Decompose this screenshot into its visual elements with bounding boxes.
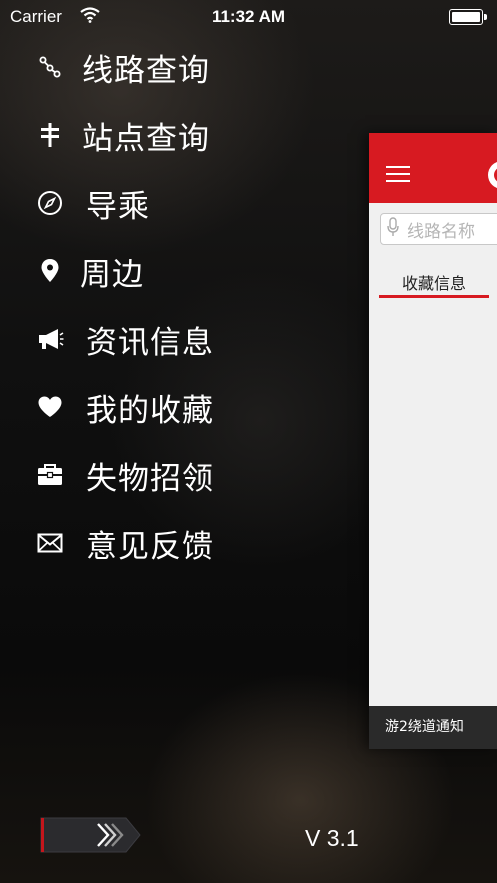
menu-item-route-query[interactable]: 线路查询	[34, 42, 210, 92]
menu-item-label: 我的收藏	[86, 392, 214, 429]
briefcase-icon	[34, 459, 66, 491]
envelope-icon	[34, 527, 66, 559]
menu-item-favorites[interactable]: 我的收藏	[34, 382, 214, 432]
location-pin-icon	[34, 255, 66, 287]
hamburger-menu-icon[interactable]	[386, 166, 410, 184]
microphone-icon[interactable]	[387, 217, 399, 241]
route-icon	[34, 51, 66, 83]
menu-item-lost-found[interactable]: 失物招领	[34, 450, 214, 500]
menu-item-label: 站点查询	[82, 120, 210, 157]
menu-item-label: 周边	[80, 256, 144, 293]
status-time: 11:32 AM	[211, 7, 286, 26]
notice-bar[interactable]: 游2绕道通知	[369, 706, 497, 749]
status-bar: Carrier 11:32 AM	[0, 0, 497, 34]
battery-icon	[449, 9, 487, 25]
main-view-preview[interactable]: 线路名称 收藏信息 游2绕道通知	[369, 133, 497, 749]
signpost-icon	[34, 119, 66, 151]
menu-item-label: 资讯信息	[86, 324, 214, 361]
search-input[interactable]: 线路名称	[380, 213, 497, 245]
menu-item-station-query[interactable]: 站点查询	[34, 110, 210, 160]
menu-item-feedback[interactable]: 意见反馈	[34, 518, 214, 568]
close-menu-button[interactable]	[38, 816, 142, 854]
compass-icon	[34, 187, 66, 219]
app-logo	[488, 161, 497, 189]
menu-item-label: 意见反馈	[86, 528, 214, 565]
menu-item-label: 失物招领	[86, 460, 214, 497]
menu-item-label: 线路查询	[82, 52, 210, 89]
menu-item-news[interactable]: 资讯信息	[34, 314, 214, 364]
menu-item-label: 导乘	[86, 188, 150, 225]
heart-icon	[34, 391, 66, 423]
app-header	[369, 133, 497, 203]
menu-item-guide[interactable]: 导乘	[34, 178, 150, 228]
search-placeholder: 线路名称	[407, 221, 475, 242]
tab-favorites[interactable]: 收藏信息	[379, 270, 489, 294]
menu-item-nearby[interactable]: 周边	[34, 246, 144, 296]
megaphone-icon	[34, 323, 66, 355]
tab-active-indicator	[379, 295, 489, 298]
version-label: V 3.1	[305, 825, 359, 851]
